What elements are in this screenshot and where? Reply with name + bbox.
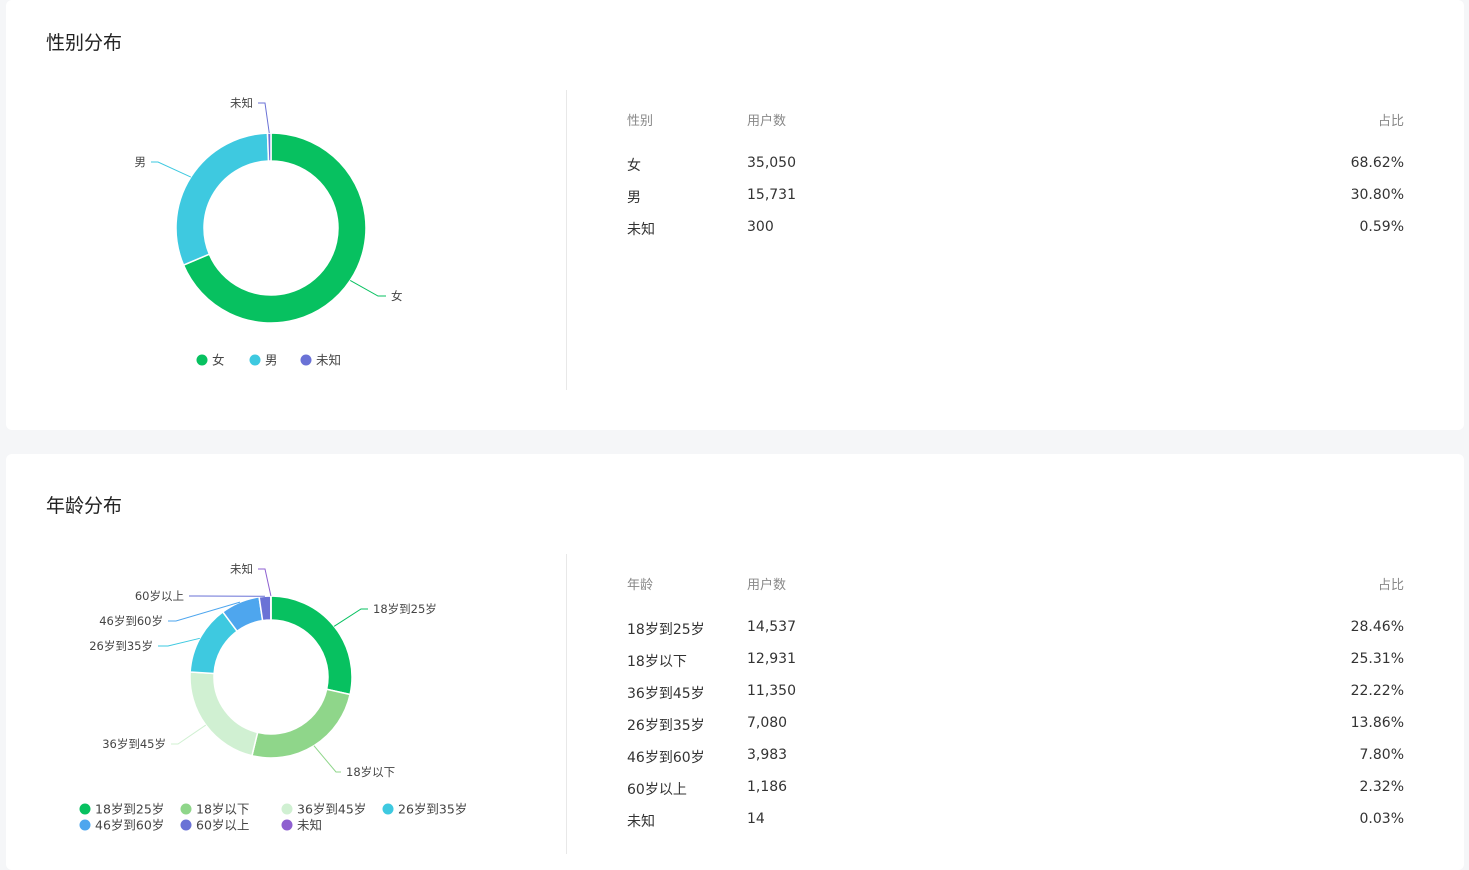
table-row: 男 15,731 30.80% [627, 187, 1404, 219]
legend-marker-46岁到60岁[interactable] [79, 819, 91, 831]
cell-age: 18岁以下 [627, 654, 687, 670]
cell-ratio: 0.59% [1359, 219, 1404, 235]
cell-users: 14,537 [747, 619, 796, 635]
age-table: 年龄 用户数 占比 18岁到25岁 14,537 28.46% 18岁以下 12… [627, 574, 1404, 843]
table-row: 26岁到35岁 7,080 13.86% [627, 715, 1404, 747]
slice-36岁到45岁[interactable] [189, 671, 259, 757]
cell-users: 3,983 [747, 747, 788, 763]
legend-marker-18岁以下[interactable] [180, 803, 192, 815]
gender-donut-chart: 女男未知女男未知 [135, 96, 403, 368]
leader-line-26岁到35岁 [158, 637, 200, 647]
cell-users: 35,050 [747, 155, 796, 171]
cell-age: 36岁到45岁 [627, 686, 705, 702]
gender-table: 性别 用户数 占比 女 35,050 68.62% 男 15,731 30.80… [627, 110, 1404, 251]
legend-label-未知[interactable]: 未知 [316, 353, 341, 368]
age-donut-chart: 18岁到25岁18岁以下36岁到45岁26岁到35岁46岁到60岁60岁以上未知… [79, 562, 467, 833]
legend-label-男[interactable]: 男 [265, 353, 278, 368]
slice-label-18岁到25岁: 18岁到25岁 [373, 602, 437, 616]
legend-label-26岁到35岁[interactable]: 26岁到35岁 [398, 802, 467, 817]
slice-label-60岁以上: 60岁以上 [135, 589, 184, 603]
cell-users: 11,350 [747, 683, 796, 699]
table-row: 36岁到45岁 11,350 22.22% [627, 683, 1404, 715]
slice-label-46岁到60岁: 46岁到60岁 [99, 614, 163, 628]
cell-ratio: 25.31% [1350, 651, 1404, 667]
slice-未知[interactable] [266, 132, 272, 162]
cell-ratio: 0.03% [1359, 811, 1404, 827]
leader-line-18岁以下 [313, 745, 341, 773]
cell-gender: 男 [627, 190, 641, 206]
slice-label-男: 男 [135, 155, 147, 169]
cell-age: 26岁到35岁 [627, 718, 705, 734]
slice-18岁以下[interactable] [251, 688, 351, 759]
table-row: 60岁以上 1,186 2.32% [627, 779, 1404, 811]
cell-ratio: 22.22% [1350, 683, 1404, 699]
legend-marker-女[interactable] [196, 354, 208, 366]
slice-label-女: 女 [391, 289, 403, 303]
legend-marker-未知[interactable] [300, 354, 312, 366]
cell-age: 60岁以上 [627, 782, 687, 798]
table-header: 年龄 用户数 占比 [627, 574, 1404, 606]
cell-ratio: 28.46% [1350, 619, 1404, 635]
legend-label-46岁到60岁[interactable]: 46岁到60岁 [95, 818, 164, 833]
leader-line-18岁到25岁 [333, 608, 368, 627]
table-header: 性别 用户数 占比 [627, 110, 1404, 142]
header-ratio: 占比 [1377, 578, 1404, 593]
slice-label-未知: 未知 [230, 96, 253, 110]
header-gender: 性别 [627, 114, 654, 129]
table-row: 46岁到60岁 3,983 7.80% [627, 747, 1404, 779]
cell-ratio: 68.62% [1350, 155, 1404, 171]
leader-line-未知 [258, 102, 270, 134]
legend-label-18岁到25岁[interactable]: 18岁到25岁 [95, 802, 164, 817]
legend-marker-60岁以上[interactable] [180, 819, 192, 831]
slice-男[interactable] [175, 132, 270, 267]
slice-label-未知: 未知 [230, 562, 253, 576]
cell-ratio: 13.86% [1350, 715, 1404, 731]
legend-label-女[interactable]: 女 [212, 353, 225, 368]
legend-marker-18岁到25岁[interactable] [79, 803, 91, 815]
cell-ratio: 2.32% [1359, 779, 1404, 795]
header-age: 年龄 [627, 578, 654, 593]
header-ratio: 占比 [1377, 114, 1404, 129]
cell-users: 15,731 [747, 187, 796, 203]
age-divider [566, 554, 567, 854]
table-row: 未知 14 0.03% [627, 811, 1404, 843]
cell-gender: 女 [627, 158, 641, 174]
legend-label-未知[interactable]: 未知 [297, 818, 322, 833]
cell-ratio: 7.80% [1359, 747, 1404, 763]
slice-label-36岁到45岁: 36岁到45岁 [102, 737, 166, 751]
leader-line-女 [349, 280, 386, 297]
table-row: 未知 300 0.59% [627, 219, 1404, 251]
age-card: 年龄分布 18岁到25岁 18岁以下 36岁到45岁 26岁到35岁 46岁到60岁 60… [6, 454, 1464, 870]
slice-label-26岁到35岁: 26岁到35岁 [89, 639, 153, 653]
legend-label-60岁以上[interactable]: 60岁以上 [196, 818, 249, 833]
gender-card: 性别分布 女男未知女男未知 性别 用户数 占比 女 35,050 68.62% … [6, 0, 1464, 430]
table-row: 18岁到25岁 14,537 28.46% [627, 619, 1404, 651]
legend-marker-未知[interactable] [281, 819, 293, 831]
gender-divider [566, 90, 567, 390]
cell-users: 1,186 [747, 779, 788, 795]
legend-marker-36岁到45岁[interactable] [281, 803, 293, 815]
cell-age: 未知 [627, 814, 655, 830]
legend-marker-男[interactable] [249, 354, 261, 366]
legend-label-18岁以下[interactable]: 18岁以下 [196, 802, 249, 817]
leader-line-36岁到45岁 [171, 724, 207, 745]
leader-line-未知 [258, 568, 272, 597]
header-users: 用户数 [747, 578, 787, 593]
cell-users: 300 [747, 219, 774, 235]
table-row: 女 35,050 68.62% [627, 155, 1404, 187]
cell-ratio: 30.80% [1350, 187, 1404, 203]
table-row: 18岁以下 12,931 25.31% [627, 651, 1404, 683]
leader-line-男 [151, 161, 192, 178]
header-users: 用户数 [747, 114, 787, 129]
cell-users: 14 [747, 811, 765, 827]
cell-age: 46岁到60岁 [627, 750, 705, 766]
slice-label-18岁以下: 18岁以下 [346, 765, 395, 779]
cell-age: 18岁到25岁 [627, 622, 705, 638]
cell-users: 12,931 [747, 651, 796, 667]
cell-gender: 未知 [627, 222, 655, 238]
slice-18岁到25岁[interactable] [270, 595, 353, 696]
legend-marker-26岁到35岁[interactable] [382, 803, 394, 815]
legend-label-36岁到45岁[interactable]: 36岁到45岁 [297, 802, 366, 817]
cell-users: 7,080 [747, 715, 788, 731]
